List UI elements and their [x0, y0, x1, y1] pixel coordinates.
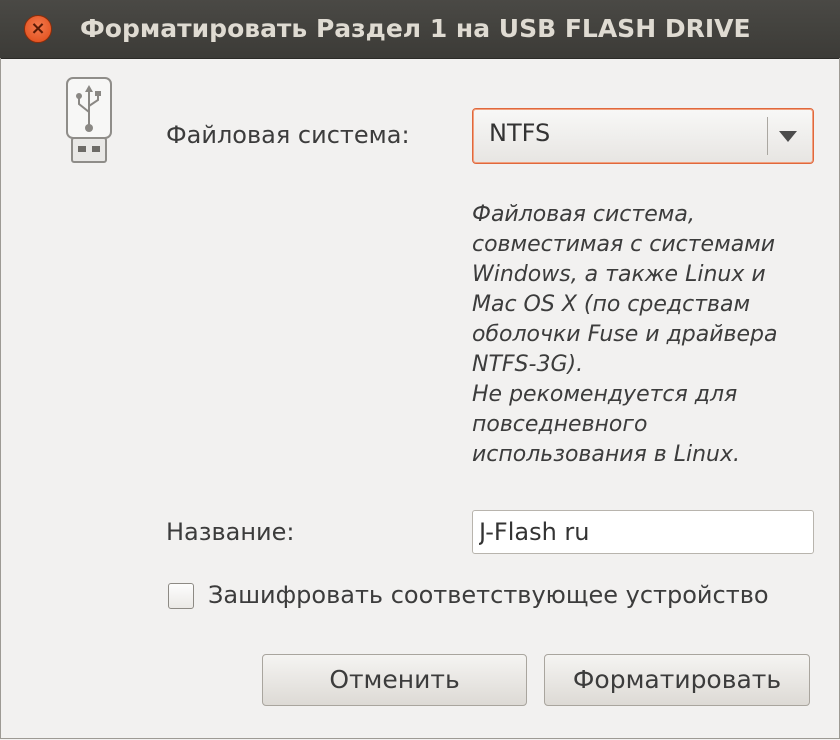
name-label: Название:: [166, 518, 295, 546]
format-button[interactable]: Форматировать: [544, 654, 810, 706]
close-button[interactable]: ×: [24, 15, 52, 43]
dropdown-arrow-icon: [779, 131, 797, 142]
cancel-button[interactable]: Отменить: [262, 654, 527, 706]
title-bar: × Форматировать Раздел 1 на USB FLASH DR…: [0, 0, 840, 59]
encrypt-checkbox[interactable]: [168, 583, 194, 609]
filesystem-description: Файловая система, совместимая с системам…: [472, 202, 778, 467]
filesystem-dropdown[interactable]: NTFS: [472, 108, 814, 164]
filesystem-label: Файловая система:: [166, 121, 410, 149]
dropdown-separator: [767, 117, 768, 155]
name-input[interactable]: [472, 510, 814, 554]
usb-flash-drive-icon: [66, 77, 112, 163]
encrypt-label[interactable]: Зашифровать соответствующее устройство: [208, 581, 769, 609]
filesystem-selected-value: NTFS: [489, 119, 551, 147]
window-title: Форматировать Раздел 1 на USB FLASH DRIV…: [80, 14, 751, 43]
